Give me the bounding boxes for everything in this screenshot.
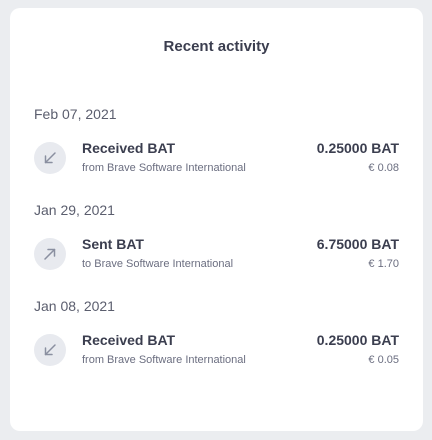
transaction-amount: 0.25000 BAT: [316, 332, 399, 348]
recent-activity-card: Recent activity Feb 07, 2021 Received BA…: [10, 8, 423, 431]
date-header: Jan 29, 2021: [34, 202, 115, 218]
transaction-fiat-value: € 0.05: [368, 354, 399, 366]
transaction-row[interactable]: Sent BAT to Brave Software International…: [34, 236, 399, 276]
transaction-amount: 6.75000 BAT: [316, 236, 399, 252]
transaction-title: Sent BAT: [82, 236, 144, 252]
date-header: Jan 08, 2021: [34, 298, 115, 314]
transaction-row[interactable]: Received BAT from Brave Software Interna…: [34, 332, 399, 372]
transaction-subtitle: from Brave Software International: [82, 162, 246, 174]
transaction-subtitle: to Brave Software International: [82, 258, 234, 270]
transaction-title: Received BAT: [82, 332, 176, 348]
arrow-down-left-icon: [34, 142, 66, 174]
transaction-row[interactable]: Received BAT from Brave Software Interna…: [34, 140, 399, 180]
transaction-title: Received BAT: [82, 140, 176, 156]
date-header: Feb 07, 2021: [34, 106, 117, 122]
transaction-amount: 0.25000 BAT: [316, 140, 399, 156]
transaction-fiat-value: € 0.08: [368, 162, 399, 174]
arrow-down-left-icon: [34, 334, 66, 366]
card-title: Recent activity: [163, 38, 270, 55]
arrow-up-right-icon: [34, 238, 66, 270]
transaction-fiat-value: € 1.70: [368, 258, 399, 270]
transaction-subtitle: from Brave Software International: [82, 354, 246, 366]
